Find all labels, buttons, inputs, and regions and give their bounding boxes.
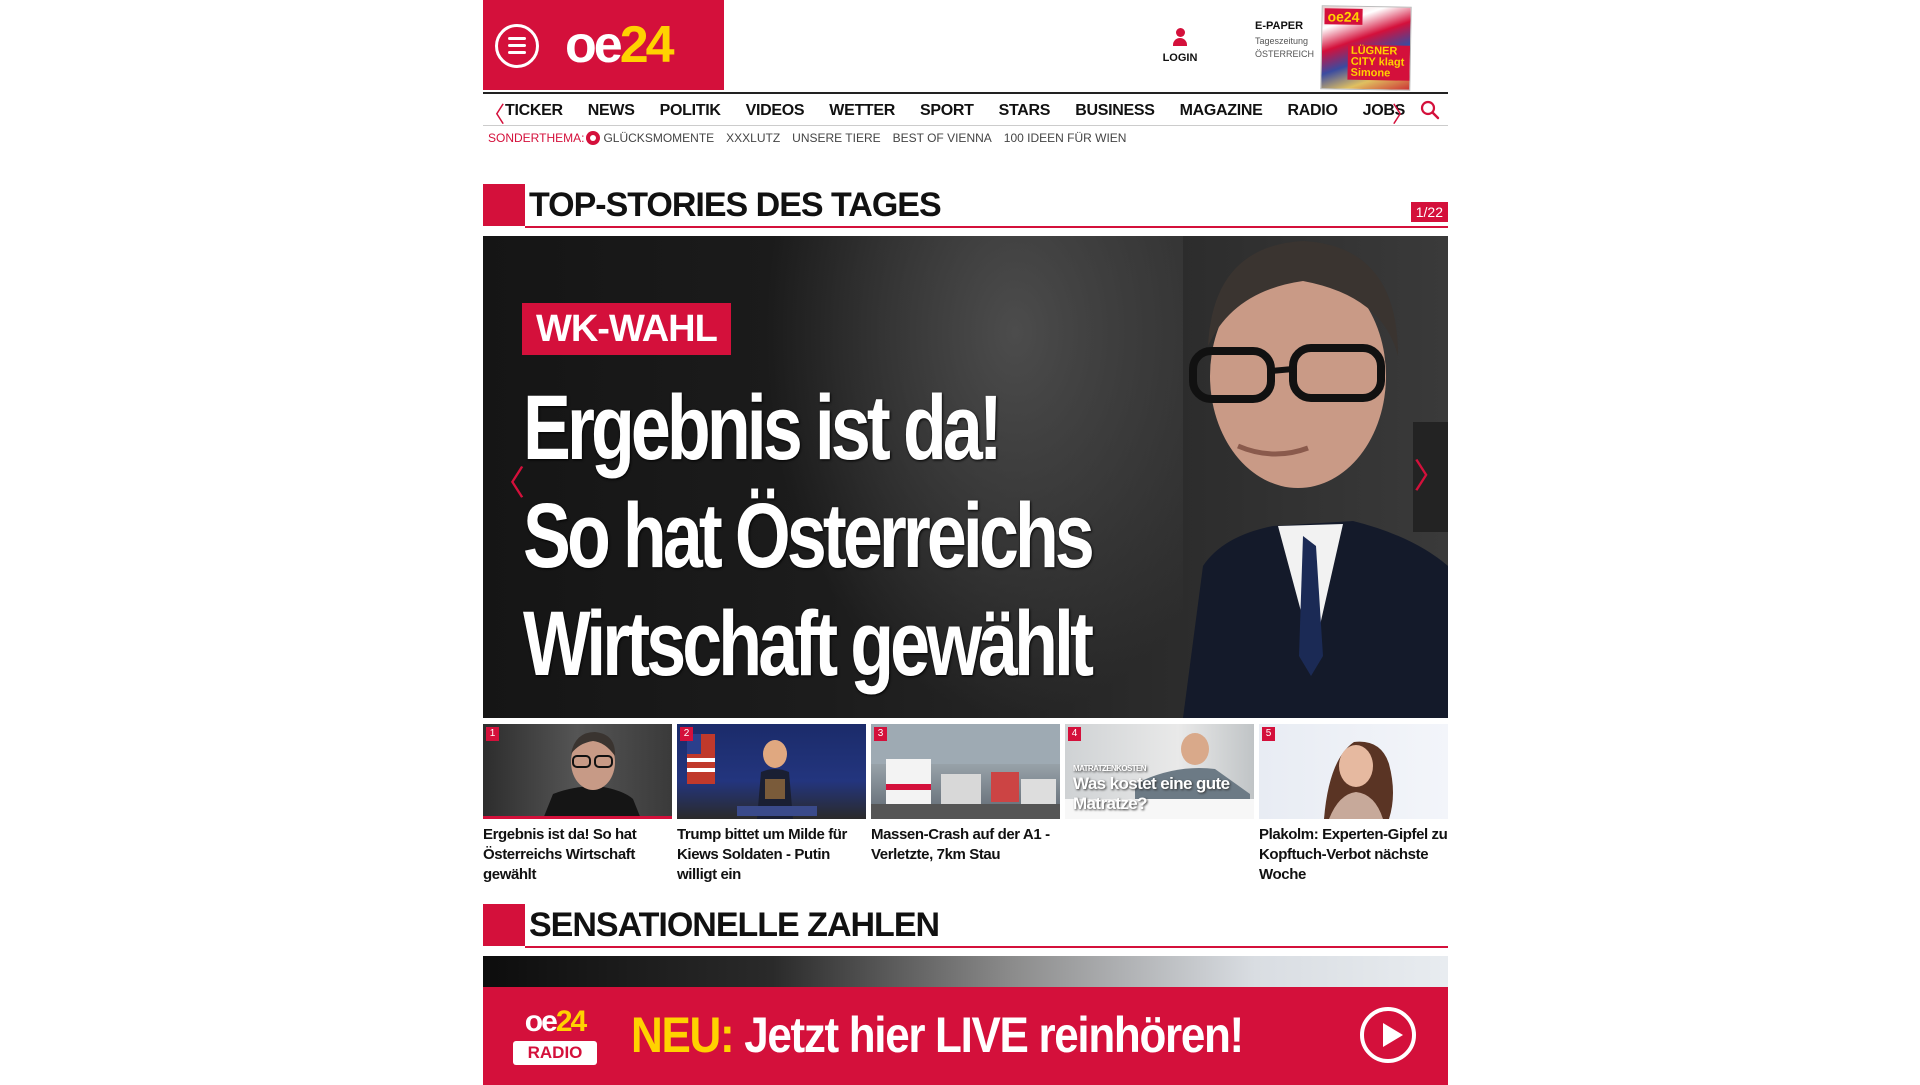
thumb-image: 1 xyxy=(483,724,672,819)
thumb-number: 2 xyxy=(680,727,693,741)
subnav-item-100-ideen[interactable]: 100 IDEEN FÜR WIEN xyxy=(1004,131,1127,145)
hero-tag: WK-WAHL xyxy=(522,303,731,355)
hero-headline-line1: Ergebnis ist da! xyxy=(523,377,1003,479)
nav-item-ticker[interactable]: TICKER xyxy=(505,94,576,128)
search-icon[interactable] xyxy=(1420,100,1440,120)
thumb-number: 3 xyxy=(874,727,887,741)
subnav-item-gluecksmomente[interactable]: GLÜCKSMOMENTE xyxy=(603,131,714,145)
radio-neu-label: NEU: xyxy=(631,1007,735,1063)
radio-logo-main: oe xyxy=(524,1005,558,1038)
site-header: oe24 LOGIN E-PAPER Tageszeitung ÖSTERREI… xyxy=(483,0,1448,91)
site-logo[interactable]: oe24 xyxy=(565,14,675,76)
radio-cta-text: Jetzt hier LIVE reinhören! xyxy=(744,1007,1244,1063)
thumb-photo xyxy=(544,732,640,816)
thumb-overlay-kicker: MATRATZENKOSTEN xyxy=(1073,764,1147,773)
subnav-label: SONDERTHEMA: xyxy=(488,131,585,145)
nav-item-business[interactable]: BUSINESS xyxy=(1075,94,1167,128)
thumb-overlay-text: MATRATZENKOSTEN Was kostet eine gute Mat… xyxy=(1073,764,1254,814)
section-rule xyxy=(525,946,1448,948)
user-icon xyxy=(1173,28,1187,46)
thumb-photo xyxy=(871,724,1060,819)
epaper-title: E-PAPER xyxy=(1255,20,1304,32)
hero-next-chevron-icon[interactable]: 〉 xyxy=(1413,422,1448,532)
subnav-item-xxxlutz[interactable]: XXXLUTZ xyxy=(726,131,780,145)
epaper-cover-headline: LÜGNER CITY klagt Simone xyxy=(1347,44,1411,81)
nav-item-stars[interactable]: STARS xyxy=(999,94,1064,128)
nav-item-politik[interactable]: POLITIK xyxy=(660,94,734,128)
nav-items: TICKER NEWS POLITIK VIDEOS WETTER SPORT … xyxy=(505,94,1430,128)
hamburger-menu-icon[interactable] xyxy=(495,24,539,68)
radio-live-banner[interactable]: oe24 RADIO NEU: Jetzt hier LIVE reinhöre… xyxy=(483,987,1448,1085)
epaper-link[interactable]: E-PAPER Tageszeitung ÖSTERREICH xyxy=(1255,20,1315,61)
nav-prev-chevron-icon[interactable]: 〈 xyxy=(483,97,505,129)
thumb-image: 2 xyxy=(677,724,866,819)
story-thumb-1[interactable]: 1 Ergebnis ist da! So hat Österreichs Wi… xyxy=(483,724,672,894)
story-thumbnails: 1 Ergebnis ist da! So hat Österreichs Wi… xyxy=(483,724,1448,894)
logo-block: oe24 xyxy=(483,0,724,90)
logo-accent: 24 xyxy=(619,16,675,74)
sonderthema-badge-icon xyxy=(586,131,601,145)
radio-logo-mark: oe24 xyxy=(511,1005,599,1039)
subnav-item-best-of-vienna[interactable]: BEST OF VIENNA xyxy=(893,131,992,145)
hero-headline-line2: So hat Österreichs xyxy=(523,485,1095,587)
thumb-caption: Trump bittet um Milde für Kiews Soldaten… xyxy=(677,826,847,883)
nav-item-radio[interactable]: RADIO xyxy=(1288,94,1351,128)
thumb-caption: Massen-Crash auf der A1 - Verletzte, 7km… xyxy=(871,826,1050,863)
section-rule xyxy=(525,226,1448,228)
nav-item-sport[interactable]: SPORT xyxy=(920,94,987,128)
epaper-sub-line2: ÖSTERREICH xyxy=(1255,49,1315,59)
hero-prev-chevron-icon[interactable]: 〈 xyxy=(491,456,525,505)
thumb-photo xyxy=(687,734,817,819)
section-title: TOP-STORIES DES TAGES xyxy=(529,186,942,224)
slide-counter: 1/22 xyxy=(1410,202,1448,222)
hero-headline[interactable]: Ergebnis ist da! So hat Österreichs Wirt… xyxy=(523,374,1225,698)
page: oe24 LOGIN E-PAPER Tageszeitung ÖSTERREI… xyxy=(483,0,1448,1085)
login-label: LOGIN xyxy=(1162,52,1198,64)
thumb-number: 4 xyxy=(1068,727,1081,741)
article-image-preview[interactable] xyxy=(483,956,1448,987)
epaper-sub-line1: Tageszeitung xyxy=(1255,36,1309,46)
thumb-image: 3 xyxy=(871,724,1060,819)
story-thumb-2[interactable]: 2 Trump bittet um Milde für Kiews Soldat… xyxy=(677,724,866,894)
radio-banner-text: NEU: Jetzt hier LIVE reinhören! xyxy=(631,1007,1244,1063)
nav-next-chevron-icon[interactable]: 〉 xyxy=(1392,97,1414,129)
nav-item-magazine[interactable]: MAGAZINE xyxy=(1180,94,1276,128)
thumb-image: 4 MATRATZENKOSTEN Was kostet eine gute M… xyxy=(1065,724,1254,819)
thumb-number: 5 xyxy=(1262,727,1275,741)
thumb-overlay-headline: Was kostet eine gute Matratze? xyxy=(1073,774,1230,813)
story-thumb-5[interactable]: 5 Plakolm: Experten-Gipfel zu Kopftuch-V… xyxy=(1259,724,1448,894)
thumb-number: 1 xyxy=(486,727,499,741)
hero-slide[interactable]: WK-WAHL Ergebnis ist da! So hat Österrei… xyxy=(483,236,1448,718)
hero-headline-line3: Wirtschaft gewählt xyxy=(523,593,1094,695)
logo-main: oe xyxy=(565,16,623,74)
epaper-cover-badge: oe24 xyxy=(1324,8,1363,25)
thumb-photo xyxy=(1324,741,1393,819)
radio-logo: oe24 RADIO xyxy=(511,1005,599,1069)
section-title: SENSATIONELLE ZAHLEN xyxy=(529,906,940,944)
subnav-item-unsere-tiere[interactable]: UNSERE TIERE xyxy=(792,131,880,145)
thumb-caption: Plakolm: Experten-Gipfel zu Kopftuch-Ver… xyxy=(1259,826,1448,883)
nav-item-videos[interactable]: VIDEOS xyxy=(746,94,818,128)
subnav: SONDERTHEMA: GLÜCKSMOMENTE XXXLUTZ UNSER… xyxy=(488,130,1138,146)
thumb-image: 5 xyxy=(1259,724,1448,819)
epaper-subtitle: Tageszeitung ÖSTERREICH xyxy=(1255,35,1315,61)
story-thumb-4[interactable]: 4 MATRATZENKOSTEN Was kostet eine gute M… xyxy=(1065,724,1254,894)
section-header-top-stories: TOP-STORIES DES TAGES 1/22 xyxy=(483,184,1448,228)
radio-logo-label: RADIO xyxy=(513,1041,597,1065)
play-icon[interactable] xyxy=(1360,1007,1416,1063)
story-thumb-3[interactable]: 3 Massen-Crash auf der A1 - Verletzte, 7… xyxy=(871,724,1060,894)
section-bar xyxy=(483,904,525,946)
epaper-cover-image[interactable]: oe24 LÜGNER CITY klagt Simone xyxy=(1320,5,1412,91)
nav-item-news[interactable]: NEWS xyxy=(588,94,648,128)
section-bar xyxy=(483,184,525,226)
section-header-sensationelle-zahlen: SENSATIONELLE ZAHLEN xyxy=(483,904,1448,948)
login-button[interactable]: LOGIN xyxy=(1160,28,1200,64)
main-nav: 〈 TICKER NEWS POLITIK VIDEOS WETTER SPOR… xyxy=(483,92,1448,129)
nav-item-wetter[interactable]: WETTER xyxy=(829,94,908,128)
thumb-caption: Ergebnis ist da! So hat Österreichs Wirt… xyxy=(483,826,637,883)
radio-logo-accent: 24 xyxy=(555,1005,587,1038)
